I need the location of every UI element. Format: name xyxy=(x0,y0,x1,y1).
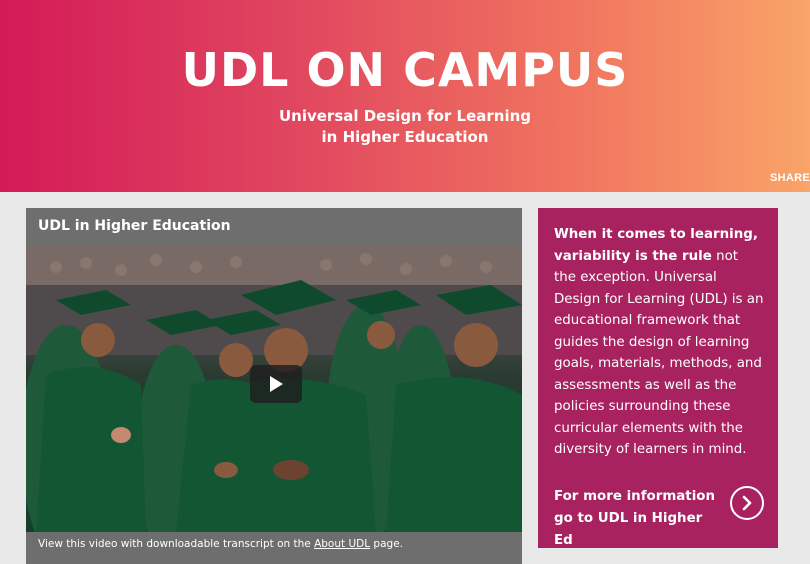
page-subtitle: Universal Design for Learning in Higher … xyxy=(0,106,810,148)
info-panel: When it comes to learning, variability i… xyxy=(538,208,778,548)
share-button[interactable]: SHARE xyxy=(770,172,810,184)
video-title: UDL in Higher Education xyxy=(38,218,231,234)
chevron-right-icon xyxy=(742,495,752,511)
caption-suffix: page. xyxy=(370,538,403,550)
chevron-right-circle-icon[interactable] xyxy=(730,486,764,520)
info-text: When it comes to learning, variability i… xyxy=(554,224,764,461)
play-icon xyxy=(270,376,283,392)
video-card: UDL in Higher Education View this video … xyxy=(26,208,522,564)
caption-prefix: View this video with downloadable transc… xyxy=(38,538,315,550)
more-info-link[interactable]: For more information go to UDL in Higher… xyxy=(554,486,724,552)
video-caption: View this video with downloadable transc… xyxy=(38,538,403,550)
more-info-line-2: go to UDL in Higher Ed xyxy=(554,511,703,548)
about-udl-link[interactable]: About UDL xyxy=(314,538,370,550)
info-intro-rest: not the exception. Universal Design for … xyxy=(554,248,764,458)
play-button[interactable] xyxy=(250,365,302,403)
subtitle-line-2: in Higher Education xyxy=(321,128,489,146)
video-player[interactable] xyxy=(26,245,522,532)
more-info-line-1: For more information xyxy=(554,489,716,504)
page-title: UDL ON CAMPUS xyxy=(181,43,629,97)
hero-banner: UDL ON CAMPUS Universal Design for Learn… xyxy=(0,0,810,192)
subtitle-line-1: Universal Design for Learning xyxy=(278,107,532,125)
